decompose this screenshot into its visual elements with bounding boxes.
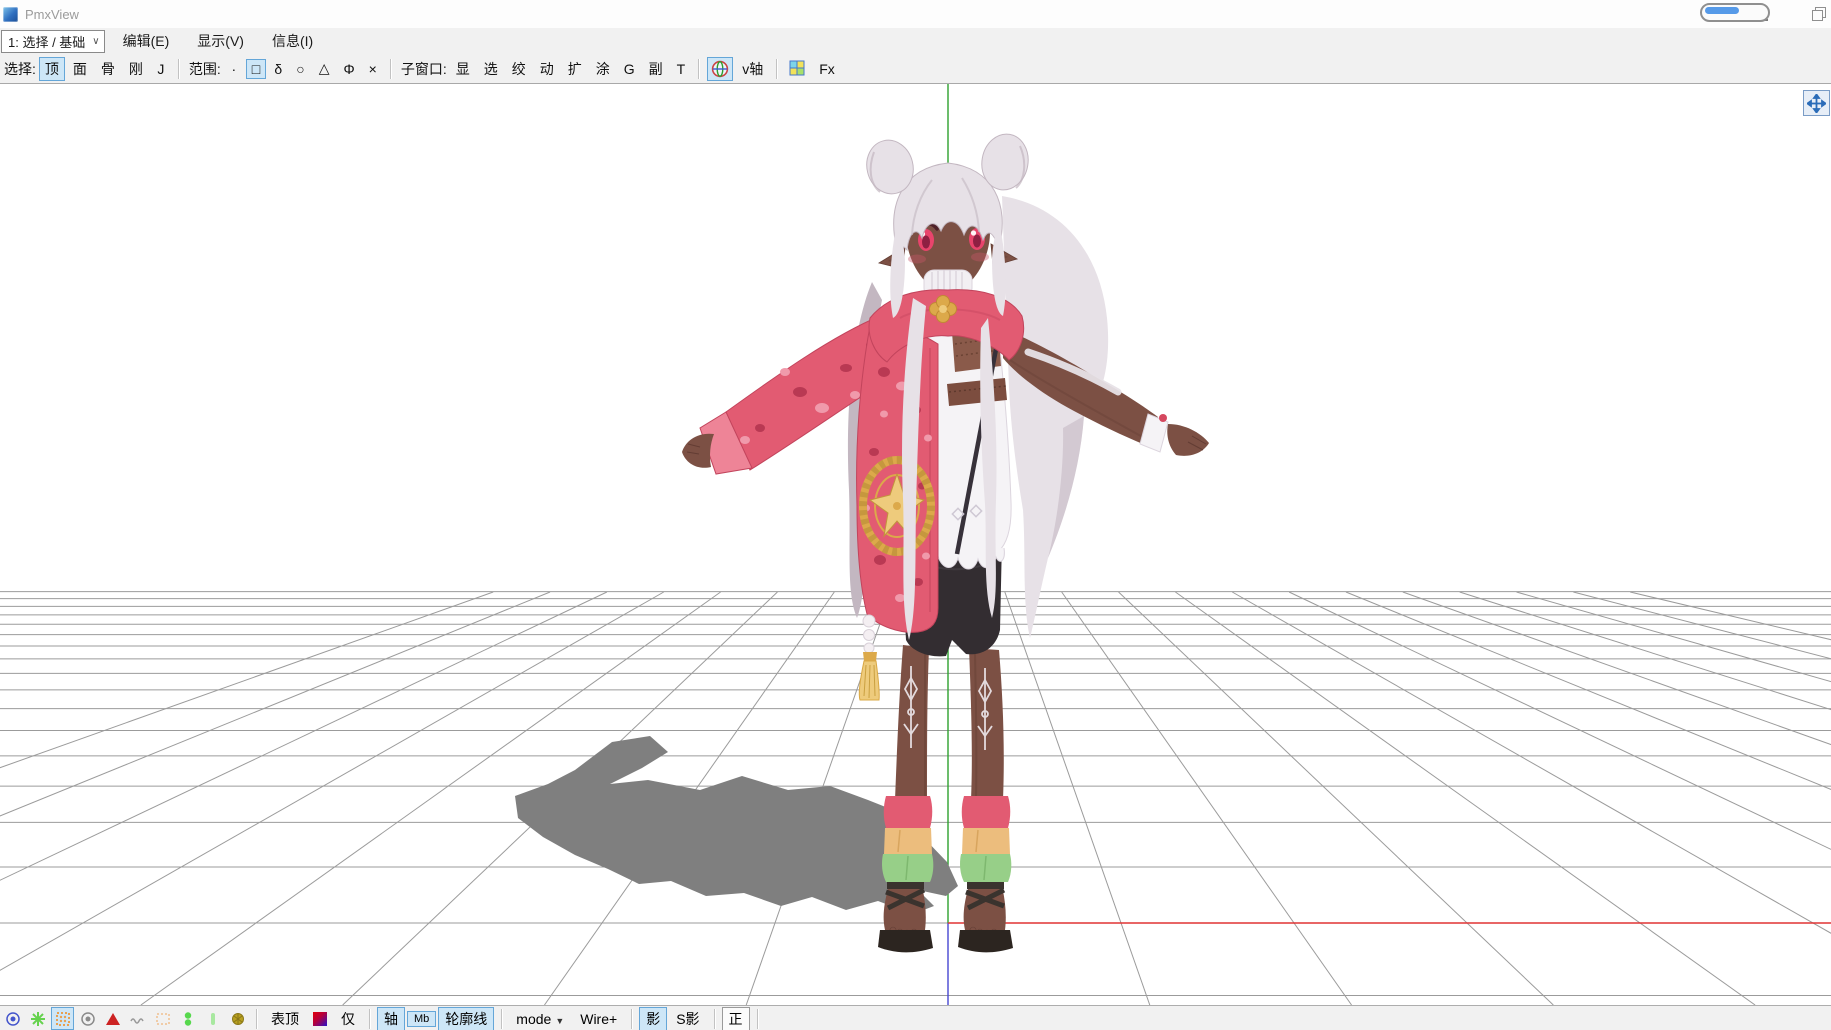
mode-dropdown[interactable]: mode ▼	[509, 1009, 571, 1029]
range-triangle-button[interactable]: △	[313, 58, 336, 79]
green-burst-icon[interactable]	[26, 1007, 49, 1030]
subwindow-display-button[interactable]: 显	[450, 57, 476, 81]
subwindow-sub-button[interactable]: 副	[643, 57, 669, 81]
pill-progress	[1705, 7, 1739, 14]
wire-plus-button[interactable]: Wire+	[573, 1009, 624, 1029]
mode-label: mode	[516, 1011, 551, 1027]
select-joint-button[interactable]: J	[151, 59, 171, 79]
pmxview-window: PmxView 1: 选择 / 基础 ∨ 编辑(E) 显示(V) 信息(I) 选…	[0, 0, 1831, 1030]
material-grid-icon[interactable]	[785, 57, 810, 80]
view-top-button[interactable]: 表顶	[264, 1007, 306, 1030]
range-phi-button[interactable]: Φ	[338, 59, 361, 79]
chevron-down-icon: ∨	[92, 36, 99, 47]
select-rigid-button[interactable]: 刚	[123, 57, 149, 81]
toolbar-separator	[256, 1009, 257, 1029]
red-triangle-icon[interactable]	[101, 1007, 124, 1030]
subwindow-select-button[interactable]: 选	[478, 57, 504, 81]
toolbar-separator	[714, 1009, 715, 1029]
dotted-square-icon[interactable]	[51, 1007, 74, 1030]
range-label: 范围:	[189, 59, 221, 79]
faint-frame-icon[interactable]	[151, 1007, 174, 1030]
title-bar: PmxView	[0, 0, 1831, 29]
subwindow-t-button[interactable]: T	[671, 59, 692, 79]
range-delta-button[interactable]: δ	[268, 59, 288, 79]
axis-toggle-button[interactable]: 轴	[377, 1007, 405, 1030]
toolbar-separator	[776, 59, 777, 79]
chevron-down-icon: ▼	[555, 1016, 564, 1026]
subwindow-paint-button[interactable]: 涂	[590, 57, 616, 81]
vertex-dot-icon[interactable]	[1, 1007, 24, 1030]
outline-toggle-button[interactable]: 轮廓线	[438, 1007, 494, 1030]
select-vertex-button[interactable]: 顶	[39, 57, 65, 81]
radio-dot-icon[interactable]	[76, 1007, 99, 1030]
v-axis-button[interactable]: v轴	[736, 57, 769, 81]
move-arrows-icon	[1807, 94, 1826, 113]
toolbar-separator	[757, 1009, 758, 1029]
mode-preset-label: 1: 选择 / 基础	[8, 32, 85, 51]
toolbar-separator	[631, 1009, 632, 1029]
select-face-button[interactable]: 面	[67, 57, 93, 81]
window-title: PmxView	[25, 7, 79, 22]
select-bone-button[interactable]: 骨	[95, 57, 121, 81]
rotation-sphere-icon[interactable]	[707, 57, 733, 81]
range-point-button[interactable]: ·	[224, 59, 244, 79]
green-bar-icon[interactable]	[201, 1007, 224, 1030]
range-rect-button[interactable]: □	[246, 59, 266, 79]
range-circle-button[interactable]: ○	[290, 59, 310, 79]
viewport-3d[interactable]	[0, 84, 1831, 1005]
bottom-toolbar: 表顶 仅 轴 Mb 轮廓线 mode ▼ Wire+ 影 S影 正	[0, 1005, 1831, 1030]
green-pair-icon[interactable]	[176, 1007, 199, 1030]
menu-view[interactable]: 显示(V)	[187, 29, 254, 53]
menu-info[interactable]: 信息(I)	[262, 29, 323, 53]
toolbar-separator	[390, 59, 391, 79]
select-label: 选择:	[4, 59, 36, 79]
subwindow-extend-button[interactable]: 扩	[562, 57, 588, 81]
wave-text-icon[interactable]	[126, 1007, 149, 1030]
front-view-button[interactable]: 正	[722, 1007, 750, 1030]
toolbar-separator	[698, 59, 699, 79]
menu-bar: 1: 选择 / 基础 ∨ 编辑(E) 显示(V) 信息(I)	[0, 28, 1831, 55]
subwindow-twist-button[interactable]: 绞	[506, 57, 532, 81]
shadow-toggle-button[interactable]: 影	[639, 1007, 667, 1030]
restore-window-icon[interactable]	[1812, 7, 1825, 20]
menu-edit[interactable]: 编辑(E)	[113, 29, 180, 53]
color-swatch-icon[interactable]	[313, 1012, 327, 1026]
subwindow-motion-button[interactable]: 动	[534, 57, 560, 81]
subwindow-g-button[interactable]: G	[618, 59, 641, 79]
main-toolbar: 选择: 顶 面 骨 刚 J 范围: · □ δ ○ △ Φ × 子窗口: 显 选…	[0, 54, 1831, 84]
gold-sphere-icon[interactable]	[226, 1007, 249, 1030]
self-shadow-button[interactable]: S影	[669, 1007, 706, 1030]
window-pill-control[interactable]	[1700, 3, 1770, 22]
only-button[interactable]: 仅	[334, 1007, 362, 1030]
fx-button[interactable]: Fx	[813, 59, 841, 79]
mode-preset-dropdown[interactable]: 1: 选择 / 基础 ∨	[1, 30, 105, 53]
range-cross-button[interactable]: ×	[363, 59, 383, 79]
app-icon	[3, 7, 18, 22]
toolbar-separator	[369, 1009, 370, 1029]
mb-toggle-button[interactable]: Mb	[407, 1011, 436, 1027]
toolbar-separator	[178, 59, 179, 79]
bead-tassel	[859, 615, 879, 700]
subwindow-label: 子窗口:	[401, 59, 447, 79]
window-controls	[1700, 0, 1831, 28]
toolbar-separator	[501, 1009, 502, 1029]
viewport-pan-button[interactable]	[1803, 90, 1830, 116]
